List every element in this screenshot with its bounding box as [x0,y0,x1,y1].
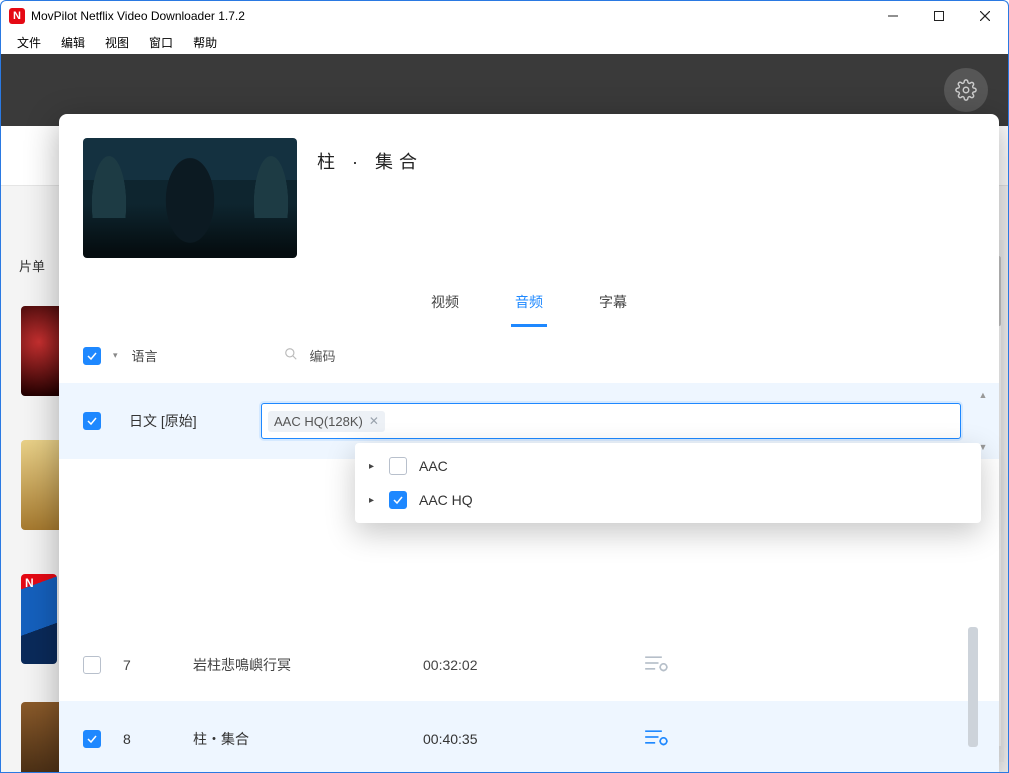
expand-icon: ▸ [369,461,377,472]
encoding-chip[interactable]: AAC HQ(128K) ✕ [268,411,385,432]
maximize-button[interactable] [916,1,962,31]
episode-duration: 00:32:02 [423,657,643,673]
option-label: AAC HQ [419,492,473,508]
menu-view[interactable]: 视图 [95,32,139,53]
episode-settings-icon[interactable] [643,727,669,750]
audio-language-row: 日文 [原始] AAC HQ(128K) ✕ ▲ ▼ ▸ AAC [59,383,999,459]
episode-duration: 00:40:35 [423,731,643,747]
expand-icon: ▸ [369,495,377,506]
chip-label: AAC HQ(128K) [274,414,363,429]
chevron-down-icon[interactable]: ▾ [113,350,118,361]
titlebar: N MovPilot Netflix Video Downloader 1.7.… [0,0,1009,30]
episode-title: 柱・集合 [193,729,423,749]
dialog-title: 柱 · 集合 [317,138,423,258]
scroll-up-icon[interactable]: ▲ [975,387,991,403]
dropdown-option-aac[interactable]: ▸ AAC [355,449,981,483]
encoding-dropdown: ▸ AAC ▸ AAC HQ [355,443,981,523]
menubar: 文件 编辑 视图 窗口 帮助 [0,30,1009,54]
settings-button[interactable] [944,68,988,112]
app-icon: N [9,8,25,24]
dropdown-option-aac-hq[interactable]: ▸ AAC HQ [355,483,981,517]
episode-poster [83,138,297,258]
select-all-checkbox[interactable] [83,347,101,365]
episode-list: 7 岩柱悲鳴嶼行冥 00:32:02 8 柱・集合 00:40:35 [59,627,999,773]
episode-row[interactable]: 8 柱・集合 00:40:35 [59,701,999,773]
tab-audio[interactable]: 音频 [511,286,547,327]
tab-video[interactable]: 视频 [427,286,463,327]
search-icon[interactable] [284,347,298,364]
column-headers: ▾ 语言 编码 [59,328,999,383]
tab-subtitle[interactable]: 字幕 [595,286,631,327]
episode-number: 8 [123,731,193,747]
option-checkbox[interactable] [389,491,407,509]
episode-checkbox[interactable] [83,730,101,748]
row-checkbox[interactable] [83,412,101,430]
episode-scrollbar[interactable] [965,627,981,773]
sidebar-label: 片单 [19,256,45,275]
menu-file[interactable]: 文件 [7,32,51,53]
menu-help[interactable]: 帮助 [183,32,227,53]
episode-title: 岩柱悲鳴嶼行冥 [193,655,423,675]
window-title: MovPilot Netflix Video Downloader 1.7.2 [31,9,245,23]
chip-remove-icon[interactable]: ✕ [369,414,379,428]
row-language: 日文 [原始] [129,411,261,431]
minimize-button[interactable] [870,1,916,31]
episode-settings-icon[interactable] [643,653,669,676]
episode-row[interactable]: 7 岩柱悲鳴嶼行冥 00:32:02 [59,627,999,701]
option-checkbox[interactable] [389,457,407,475]
app-body: 片单 ▲ ▼ 柱 · 集合 视频 音频 字幕 ▾ 语言 [0,54,1009,773]
encoding-combobox[interactable]: AAC HQ(128K) ✕ [261,403,961,439]
col-encoding: 编码 [310,346,336,365]
episode-number: 7 [123,657,193,673]
option-label: AAC [419,458,448,474]
close-button[interactable] [962,1,1008,31]
playlist-thumb[interactable] [21,574,57,664]
download-dialog: 柱 · 集合 视频 音频 字幕 ▾ 语言 编码 [59,114,999,773]
scroll-thumb[interactable] [968,627,978,747]
col-language: 语言 [132,346,158,365]
track-tabs: 视频 音频 字幕 [59,286,999,328]
episode-checkbox[interactable] [83,656,101,674]
menu-edit[interactable]: 编辑 [51,32,95,53]
menu-window[interactable]: 窗口 [139,32,183,53]
